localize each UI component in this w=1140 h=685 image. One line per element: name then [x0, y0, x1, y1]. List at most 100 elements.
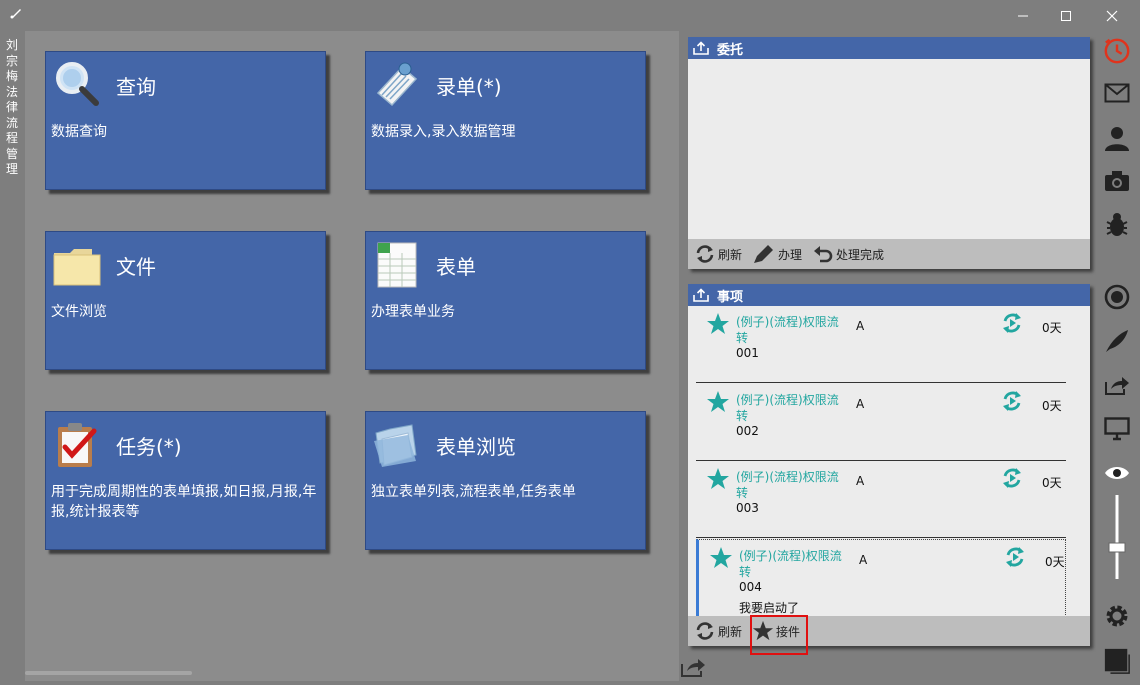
- clock-icon: [1104, 38, 1130, 64]
- item-code: 002: [736, 424, 759, 438]
- monitor-icon: [1104, 417, 1130, 441]
- settings-button[interactable]: [1103, 602, 1131, 630]
- item-user: A: [856, 319, 865, 333]
- cycle-icon[interactable]: [1000, 310, 1024, 336]
- item-title: (例子)(流程)权限流转: [736, 470, 839, 500]
- record-button[interactable]: [1103, 283, 1131, 311]
- tile-title: 文件: [116, 255, 156, 279]
- tile-title: 查询: [116, 75, 156, 99]
- refresh-icon: [696, 622, 714, 640]
- folder-icon: [53, 249, 101, 286]
- tile-title: 录单(*): [436, 75, 502, 99]
- list-item[interactable]: (例子)(流程)权限流转 003 A 0天: [696, 461, 1066, 538]
- refresh-label: 刷新: [718, 624, 743, 639]
- tile-description: 数据查询: [51, 124, 107, 140]
- document-entry-icon: [376, 62, 418, 107]
- panel-footer: 刷新 办理 处理完成: [688, 239, 1090, 269]
- feather-icon: [1106, 330, 1128, 352]
- maximize-icon: [1061, 10, 1071, 21]
- panel-footer: 刷新 接件: [688, 616, 1090, 646]
- tile-description: 文件浏览: [51, 304, 107, 320]
- magnifier-icon: [56, 62, 99, 106]
- monitor-button[interactable]: [1103, 415, 1131, 443]
- mail-icon: [1104, 83, 1130, 103]
- item-days: 0天: [1042, 399, 1062, 413]
- refresh-button[interactable]: 刷新: [694, 620, 742, 642]
- refresh-label: 刷新: [718, 247, 743, 262]
- share-icon[interactable]: [679, 655, 707, 679]
- spreadsheet-icon: [377, 242, 417, 288]
- item-title: (例子)(流程)权限流转: [739, 549, 842, 579]
- items-panel: 事项 (例子)(流程)权限流转 001 A 0天 (例子)(流程)权限流转 00…: [688, 284, 1090, 646]
- refresh-icon: [696, 245, 714, 263]
- handle-label: 办理: [778, 247, 803, 262]
- horizontal-scrollbar[interactable]: [25, 671, 192, 675]
- cycle-icon[interactable]: [1000, 388, 1024, 414]
- tile-tasks[interactable]: 任务(*) 用于完成周期性的表单填报,如日报,月报,年报,统计报表等: [45, 411, 326, 550]
- done-button[interactable]: 处理完成: [812, 243, 884, 265]
- close-icon: [1106, 10, 1118, 21]
- item-user: A: [856, 474, 865, 488]
- title-bar: [0, 0, 1140, 31]
- undo-icon: [814, 246, 833, 263]
- item-user: A: [856, 397, 865, 411]
- cycle-icon[interactable]: [1003, 544, 1027, 570]
- close-button[interactable]: [1089, 0, 1135, 31]
- tile-description: 独立表单列表,流程表单,任务表单: [371, 484, 576, 500]
- cycle-icon[interactable]: [1000, 465, 1024, 491]
- item-user: A: [859, 553, 868, 567]
- eye-button[interactable]: [1103, 459, 1131, 487]
- clock-button[interactable]: [1103, 37, 1131, 65]
- tile-title: 表单浏览: [436, 435, 516, 459]
- upload-icon: [693, 288, 709, 302]
- panel-title: 事项: [717, 289, 744, 305]
- opacity-slider[interactable]: [1103, 493, 1131, 581]
- mail-button[interactable]: [1103, 79, 1131, 107]
- bug-button[interactable]: [1103, 211, 1131, 239]
- right-toolbar: [1096, 31, 1140, 685]
- refresh-button[interactable]: 刷新: [694, 243, 742, 265]
- item-title: (例子)(流程)权限流转: [736, 315, 839, 345]
- gear-icon: [1106, 605, 1128, 627]
- list-item[interactable]: (例子)(流程)权限流转 002 A 0天: [696, 384, 1066, 461]
- star-icon: [707, 468, 729, 489]
- tile-title: 任务(*): [116, 435, 182, 459]
- app-title-vertical: 刘宗梅法律流程管理: [5, 38, 18, 176]
- item-code: 003: [736, 501, 759, 515]
- resize-button[interactable]: [1103, 647, 1131, 675]
- share-button[interactable]: [1103, 371, 1131, 399]
- user-icon: [1105, 127, 1129, 151]
- highlight-box: [750, 615, 808, 655]
- handle-button[interactable]: 办理: [752, 243, 802, 265]
- panel-title: 委托: [717, 42, 744, 58]
- maximize-button[interactable]: [1043, 0, 1089, 31]
- done-label: 处理完成: [836, 247, 885, 262]
- panel-header: 委托: [688, 37, 1090, 59]
- folder-open-icon: [374, 424, 417, 467]
- camera-icon: [1105, 171, 1129, 191]
- tile-query[interactable]: 查询 数据查询: [45, 51, 326, 190]
- tile-description: 数据录入,录入数据管理: [371, 124, 516, 140]
- tile-description: 用于完成周期性的表单填报,如日报,月报,年报,统计报表等: [51, 484, 317, 520]
- tile-forms[interactable]: 表单 办理表单业务: [365, 231, 646, 370]
- camera-button[interactable]: [1103, 167, 1131, 195]
- minimize-icon: [1018, 15, 1028, 16]
- tile-description: 办理表单业务: [371, 304, 455, 320]
- tile-files[interactable]: 文件 文件浏览: [45, 231, 326, 370]
- item-code: 001: [736, 346, 759, 360]
- feather-button[interactable]: [1103, 327, 1131, 355]
- item-days: 0天: [1045, 555, 1065, 569]
- star-icon: [707, 313, 729, 334]
- item-note: 我要启动了: [739, 601, 800, 615]
- list-item-selected[interactable]: (例子)(流程)权限流转 004 我要启动了 A 0天: [696, 539, 1066, 616]
- list-item[interactable]: (例子)(流程)权限流转 001 A 0天: [696, 306, 1066, 383]
- share-icon: [1105, 377, 1129, 395]
- item-code: 004: [739, 580, 762, 594]
- minimize-button[interactable]: [1000, 0, 1046, 31]
- tile-entry[interactable]: 录单(*) 数据录入,录入数据管理: [365, 51, 646, 190]
- item-days: 0天: [1042, 321, 1062, 335]
- items-scrollbar[interactable]: [1074, 306, 1090, 616]
- user-button[interactable]: [1103, 124, 1131, 152]
- tile-title: 表单: [436, 255, 476, 279]
- tile-form-browse[interactable]: 表单浏览 独立表单列表,流程表单,任务表单: [365, 411, 646, 550]
